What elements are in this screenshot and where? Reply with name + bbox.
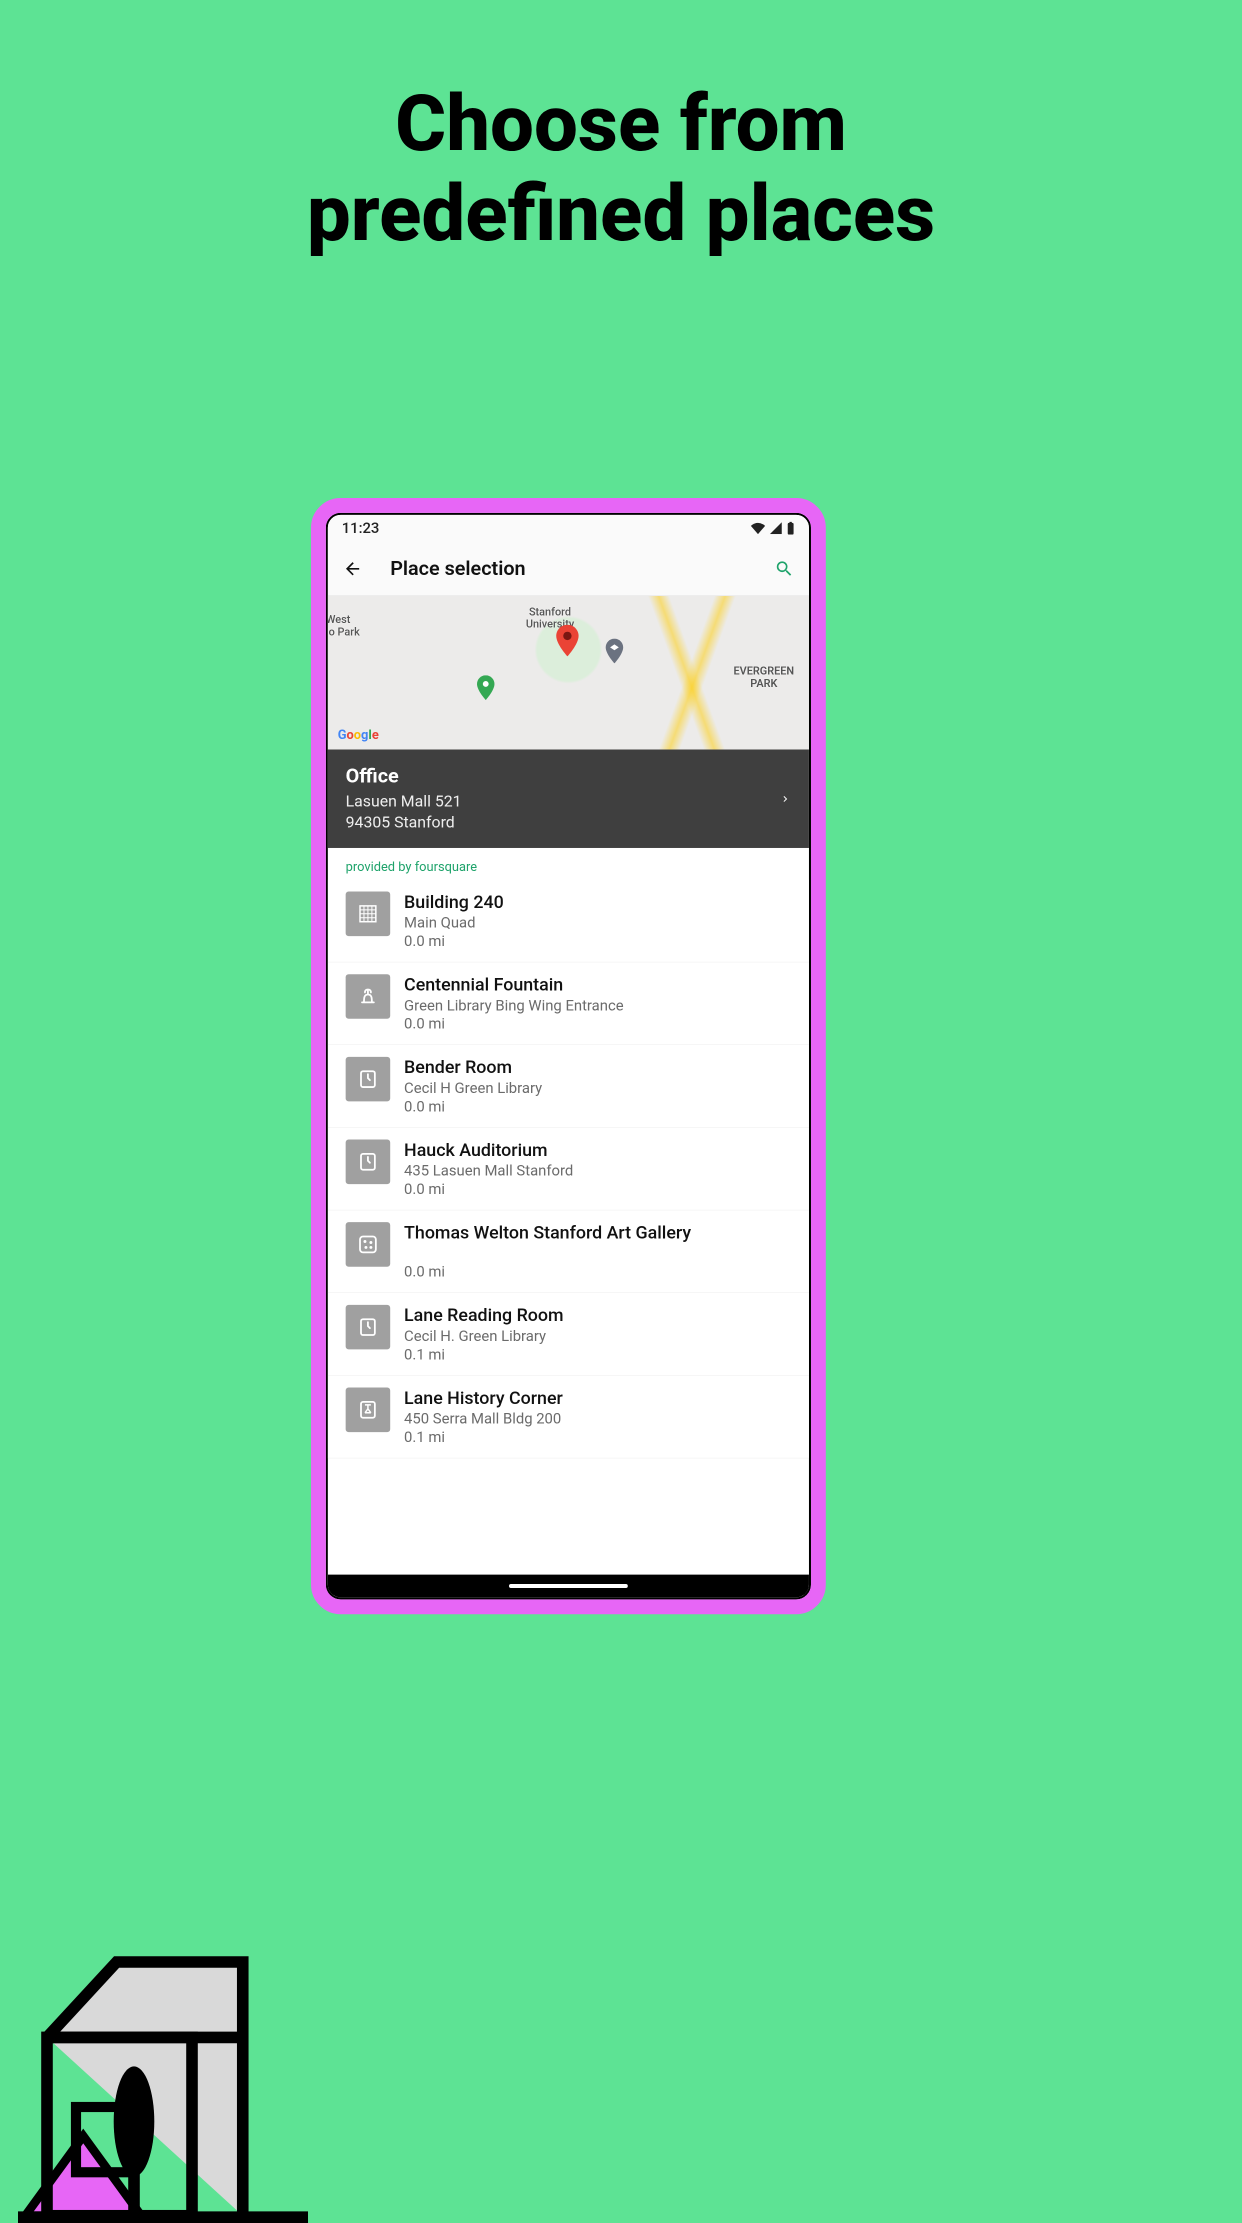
map-marker-uni bbox=[605, 639, 624, 664]
place-distance: 0.0 mi bbox=[404, 1181, 573, 1198]
place-name: Building 240 bbox=[404, 892, 504, 913]
battery-icon bbox=[786, 522, 795, 535]
search-icon bbox=[774, 559, 794, 579]
place-distance: 0.0 mi bbox=[404, 933, 504, 950]
map-preview[interactable]: West lo Park Stanford University EVERGRE… bbox=[328, 596, 809, 749]
place-category-icon bbox=[346, 1222, 391, 1267]
place-distance: 0.0 mi bbox=[404, 1263, 691, 1280]
place-category-icon bbox=[346, 892, 391, 937]
provider-label: provided by foursquare bbox=[328, 848, 809, 880]
place-subtitle: 450 Serra Mall Bldg 200 bbox=[404, 1410, 563, 1427]
house-illustration bbox=[18, 1933, 308, 2223]
place-row[interactable]: Centennial Fountain Green Library Bing Wi… bbox=[328, 962, 809, 1045]
place-row[interactable]: Hauck Auditorium435 Lasuen Mall Stanford… bbox=[328, 1128, 809, 1211]
place-name: Lane History Corner bbox=[404, 1388, 563, 1409]
place-distance: 0.0 mi bbox=[404, 1098, 542, 1115]
status-time: 11:23 bbox=[342, 520, 380, 537]
place-category-icon bbox=[346, 1305, 391, 1350]
status-icons bbox=[751, 522, 796, 535]
search-button[interactable] bbox=[771, 556, 797, 582]
place-subtitle: Green Library Bing Wing Entrance bbox=[404, 997, 624, 1014]
appbar-title: Place selection bbox=[390, 557, 771, 580]
place-row[interactable]: Bender Room Cecil H Green Library0.0 mi bbox=[328, 1045, 809, 1128]
hero-title: Choose from predefined places bbox=[0, 80, 1242, 259]
place-category-icon bbox=[346, 1057, 391, 1102]
place-subtitle: Cecil H. Green Library bbox=[404, 1328, 563, 1345]
place-name: Centennial Fountain bbox=[404, 974, 624, 995]
map-label-menlo: West lo Park bbox=[328, 614, 360, 639]
back-button[interactable] bbox=[340, 556, 366, 582]
place-subtitle: 435 Lasuen Mall Stanford bbox=[404, 1162, 573, 1179]
map-label-evergreen: EVERGREEN PARK bbox=[734, 665, 795, 690]
place-row[interactable]: Lane Reading Room Cecil H. Green Library0… bbox=[328, 1293, 809, 1376]
place-distance: 0.1 mi bbox=[404, 1429, 563, 1446]
place-subtitle: Cecil H Green Library bbox=[404, 1080, 542, 1097]
phone-frame: 11:23 Place selection West lo Park Stanf… bbox=[311, 498, 826, 1614]
place-row[interactable]: Thomas Welton Stanford Art Gallery 0.0 m… bbox=[328, 1210, 809, 1293]
current-place-card[interactable]: Office Lasuen Mall 521 94305 Stanford bbox=[328, 749, 809, 848]
place-distance: 0.0 mi bbox=[404, 1015, 624, 1032]
place-category-icon bbox=[346, 1388, 391, 1433]
place-name: Thomas Welton Stanford Art Gallery bbox=[404, 1222, 691, 1243]
map-pin-main bbox=[556, 625, 580, 657]
map-marker-green bbox=[476, 675, 495, 700]
places-list[interactable]: Building 240Main Quad0.0 miCentennial Fo… bbox=[328, 880, 809, 1459]
place-name: Bender Room bbox=[404, 1057, 542, 1078]
navbar-handle[interactable] bbox=[509, 1584, 628, 1588]
place-distance: 0.1 mi bbox=[404, 1346, 563, 1363]
chevron-right-icon bbox=[779, 788, 791, 809]
signal-icon bbox=[769, 522, 782, 534]
wifi-icon bbox=[751, 522, 766, 534]
place-category-icon bbox=[346, 974, 391, 1019]
place-name: Hauck Auditorium bbox=[404, 1140, 573, 1161]
status-bar: 11:23 bbox=[328, 515, 809, 542]
place-row[interactable]: Lane History Corner450 Serra Mall Bldg 2… bbox=[328, 1376, 809, 1459]
current-place-title: Office bbox=[346, 764, 462, 787]
place-subtitle bbox=[404, 1245, 691, 1262]
place-name: Lane Reading Room bbox=[404, 1305, 563, 1326]
android-navbar bbox=[328, 1575, 809, 1598]
place-subtitle: Main Quad bbox=[404, 914, 504, 931]
hero-line2: predefined places bbox=[307, 169, 935, 260]
place-row[interactable]: Building 240Main Quad 0.0 mi bbox=[328, 880, 809, 963]
app-bar: Place selection bbox=[328, 542, 809, 596]
current-place-address2: 94305 Stanford bbox=[346, 812, 462, 833]
place-category-icon bbox=[346, 1140, 391, 1185]
google-logo: Google bbox=[338, 728, 379, 743]
hero-line1: Choose from bbox=[395, 79, 847, 170]
current-place-address1: Lasuen Mall 521 bbox=[346, 791, 462, 812]
arrow-left-icon bbox=[343, 559, 363, 579]
